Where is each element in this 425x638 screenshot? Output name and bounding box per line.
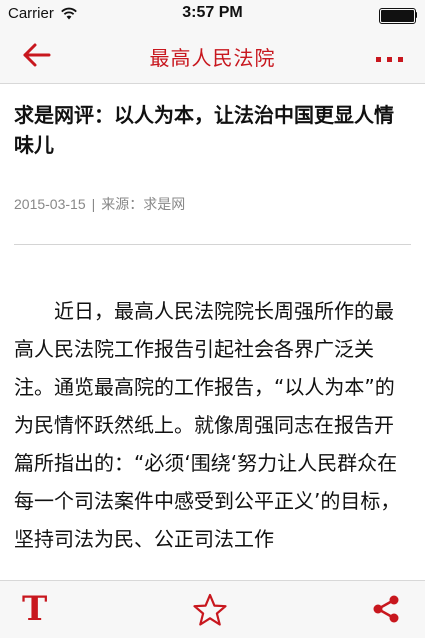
battery-icon <box>379 8 417 24</box>
status-time: 3:57 PM <box>182 4 243 21</box>
article-body: 近日，最高人民法院院长周强所作的最高人民法院工作报告引起社会各界广泛关注。通览最… <box>14 299 401 551</box>
font-size-button[interactable]: T <box>22 587 47 631</box>
share-icon <box>373 595 399 623</box>
bottom-toolbar: T <box>0 580 425 638</box>
more-dots-icon <box>376 57 403 62</box>
favorite-button[interactable] <box>193 593 227 631</box>
star-icon <box>193 593 227 626</box>
page-title: 最高人民法院 <box>149 46 276 70</box>
more-button[interactable] <box>375 50 405 62</box>
status-bar: Carrier 3:57 PM <box>0 0 425 28</box>
share-button[interactable] <box>370 593 402 629</box>
meta-separator: | <box>91 196 96 212</box>
article-headline: 求是网评：以人为本，让法治中国更显人情味儿 <box>14 103 394 157</box>
article-source: 来源：求是网 <box>101 196 186 212</box>
header-divider <box>14 244 411 245</box>
navigation-bar: 最高人民法院 <box>0 28 425 84</box>
article-meta: 2015-03-15 | 来源：求是网 <box>14 194 412 214</box>
article-date: 2015-03-15 <box>14 196 86 212</box>
article-header: 求是网评：以人为本，让法治中国更显人情味儿 2015-03-15 | 来源：求是网 <box>14 84 412 214</box>
